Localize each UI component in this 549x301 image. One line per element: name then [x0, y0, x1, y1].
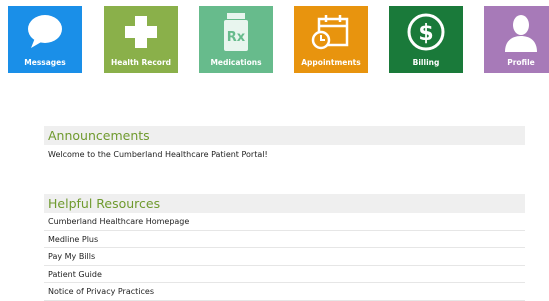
medical-cross-icon	[104, 12, 178, 52]
billing-tile[interactable]: $ Billing	[389, 6, 463, 73]
announcement-text: Welcome to the Cumberland Healthcare Pat…	[48, 150, 268, 159]
medications-label: Medications	[210, 58, 262, 67]
announcements-heading: Announcements	[44, 126, 525, 145]
billing-label: Billing	[412, 58, 440, 67]
speech-bubble-icon	[8, 12, 82, 52]
person-icon	[484, 12, 549, 52]
health-record-tile[interactable]: Health Record	[104, 6, 178, 73]
resources-list: Cumberland Healthcare Homepage Medline P…	[44, 213, 525, 301]
resource-link-medline[interactable]: Medline Plus	[44, 231, 525, 248]
main-content: Announcements Welcome to the Cumberland …	[44, 126, 525, 301]
messages-tile[interactable]: Messages	[8, 6, 82, 73]
calendar-clock-icon	[294, 12, 368, 52]
messages-label: Messages	[24, 58, 66, 67]
appointments-tile[interactable]: Appointments	[294, 6, 368, 73]
resource-link-patient-guide[interactable]: Patient Guide	[44, 266, 525, 283]
resource-link-pay-bills[interactable]: Pay My Bills	[44, 248, 525, 266]
dollar-icon: $	[389, 12, 463, 52]
prescription-bottle-icon: Rx	[199, 12, 273, 52]
resource-link-privacy[interactable]: Notice of Privacy Practices	[44, 283, 525, 301]
resource-link-homepage[interactable]: Cumberland Healthcare Homepage	[44, 213, 525, 231]
svg-text:$: $	[418, 21, 433, 46]
profile-label: Profile	[507, 58, 535, 67]
medications-tile[interactable]: Rx Medications	[199, 6, 273, 73]
resources-heading: Helpful Resources	[44, 194, 525, 213]
appointments-label: Appointments	[301, 58, 361, 67]
nav-tiles: Messages Health Record Rx Medications Ap…	[8, 6, 549, 73]
rx-symbol: Rx	[227, 30, 246, 45]
health-record-label: Health Record	[110, 58, 172, 67]
profile-tile[interactable]: Profile	[484, 6, 549, 73]
